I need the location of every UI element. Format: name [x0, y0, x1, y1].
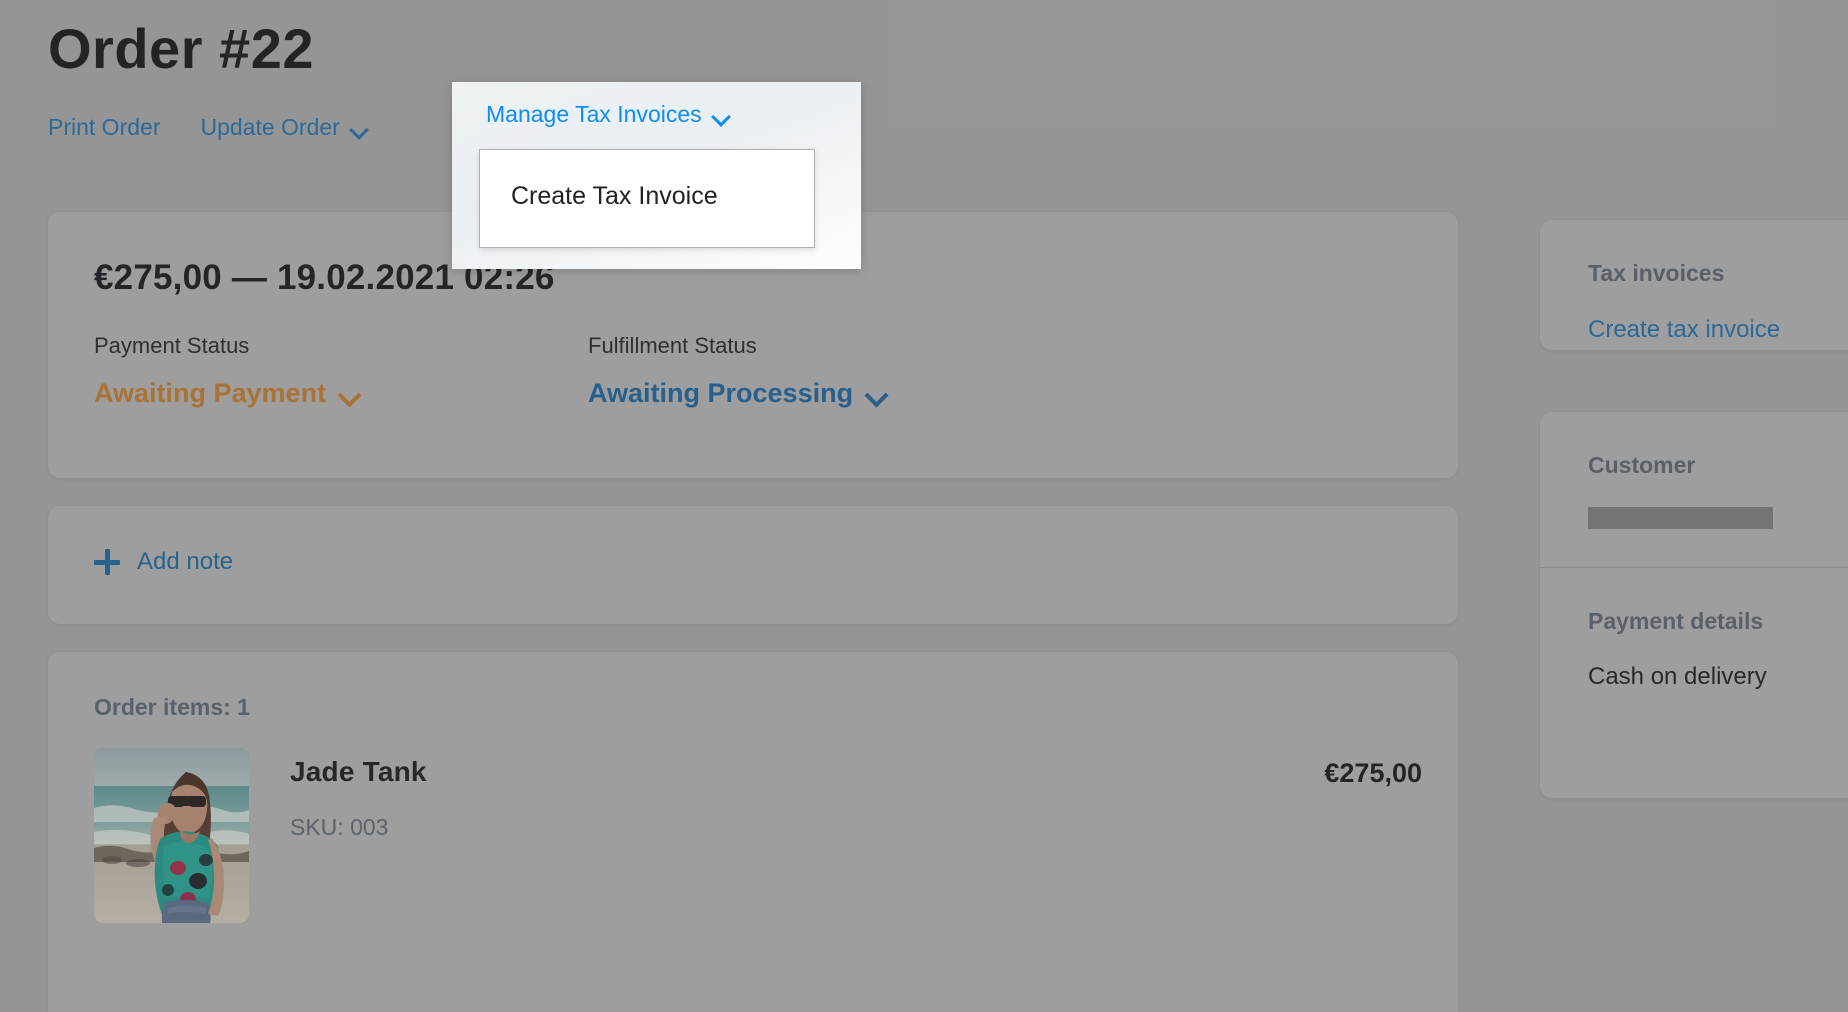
customer-name-row[interactable]: [1588, 506, 1848, 531]
product-price: €275,00: [1324, 758, 1422, 788]
product-info: Jade Tank SKU: 003: [290, 748, 1324, 841]
create-tax-invoice-link[interactable]: Create tax invoice: [1588, 316, 1848, 344]
order-items-heading: Order items: 1: [94, 694, 250, 720]
order-detail-page: Order #22 Print Order Update Order €275,…: [0, 0, 1848, 1012]
order-items-card: Order items: 1 Jade Tank SKU: 003 €275,0…: [48, 652, 1458, 1012]
tax-invoices-title: Tax invoices: [1588, 260, 1725, 286]
print-order-label: Print Order: [48, 114, 161, 140]
order-action-bar: Print Order Update Order: [48, 116, 367, 139]
page-title: Order #22: [48, 17, 314, 80]
payment-details-section: Payment details Cash on delivery: [1540, 568, 1848, 727]
payment-status-value: Awaiting Payment: [94, 377, 327, 408]
chevron-down-icon: [713, 108, 729, 124]
update-order-label: Update Order: [200, 114, 340, 140]
tax-invoices-content: Tax invoices Create tax invoice: [1540, 220, 1848, 344]
product-sku: SKU: 003: [290, 814, 389, 840]
chevron-down-icon: [340, 385, 358, 403]
payment-status-dropdown[interactable]: Awaiting Payment: [94, 377, 358, 408]
payment-details-title: Payment details: [1588, 608, 1764, 634]
fulfillment-status-group: Fulfillment Status Awaiting Processing: [588, 332, 885, 407]
order-item-row: Jade Tank SKU: 003 €275,00: [94, 748, 1422, 923]
manage-tax-invoices-menu: Create Tax Invoice: [479, 149, 815, 248]
menu-item-create-tax-invoice[interactable]: Create Tax Invoice: [511, 182, 718, 211]
redaction-bar: [1588, 506, 1773, 529]
product-thumbnail[interactable]: [94, 748, 249, 923]
payment-status-label: Payment Status: [94, 333, 250, 358]
chevron-down-icon: [867, 385, 885, 403]
manage-tax-invoices-dropdown[interactable]: Manage Tax Invoices: [486, 103, 729, 126]
add-note-button[interactable]: Add note: [94, 549, 233, 575]
product-name: Jade Tank: [290, 756, 427, 787]
fulfillment-status-dropdown[interactable]: Awaiting Processing: [588, 377, 885, 408]
fulfillment-status-value: Awaiting Processing: [588, 377, 854, 408]
print-order-link[interactable]: Print Order: [48, 116, 160, 139]
payment-status-group: Payment Status Awaiting Payment: [94, 332, 358, 407]
page-header: Order #22: [48, 17, 1148, 81]
order-notes-card: Add note: [48, 506, 1458, 624]
customer-and-payment-card: Customer Payment details Cash on deliver…: [1540, 412, 1848, 798]
chevron-down-icon: [351, 121, 367, 137]
payment-method-value: Cash on delivery: [1588, 663, 1767, 690]
manage-tax-invoices-spotlight: Manage Tax Invoices Create Tax Invoice: [452, 82, 861, 269]
beach-photo-illustration: [94, 748, 249, 923]
fulfillment-status-label: Fulfillment Status: [588, 333, 757, 358]
customer-section: Customer: [1540, 412, 1848, 567]
add-note-label: Add note: [137, 548, 234, 575]
manage-tax-invoices-label: Manage Tax Invoices: [486, 101, 702, 127]
tax-invoices-card: Tax invoices Create tax invoice: [1540, 220, 1848, 350]
customer-title: Customer: [1588, 452, 1696, 478]
plus-icon: [94, 549, 120, 575]
update-order-dropdown[interactable]: Update Order: [200, 116, 366, 139]
